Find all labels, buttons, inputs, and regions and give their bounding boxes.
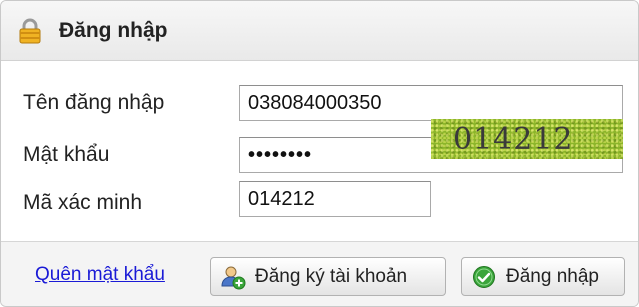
login-button[interactable]: Đăng nhập xyxy=(461,257,625,296)
login-panel: Đăng nhập Tên đăng nhập 038084000350 Mật… xyxy=(0,0,639,307)
username-input[interactable]: 038084000350 xyxy=(239,85,623,121)
lock-icon xyxy=(15,16,45,46)
add-user-icon xyxy=(219,263,247,291)
panel-title: Đăng nhập xyxy=(59,18,168,42)
captcha-image: 014212 xyxy=(431,119,623,159)
captcha-input-value: 014212 xyxy=(248,187,315,210)
register-button-label: Đăng ký tài khoản xyxy=(255,265,408,287)
captcha-label: Mã xác minh xyxy=(23,191,143,214)
username-label: Tên đăng nhập xyxy=(23,91,165,114)
username-value: 038084000350 xyxy=(248,91,382,114)
captcha-input[interactable]: 014212 xyxy=(239,181,431,217)
panel-footer: Quên mật khẩu Đăng ký tài khoản Đăng nhậ… xyxy=(1,241,638,306)
register-button[interactable]: Đăng ký tài khoản xyxy=(210,257,446,296)
captcha-image-text: 014212 xyxy=(453,121,574,157)
forgot-password-link[interactable]: Quên mật khẩu xyxy=(35,264,165,286)
panel-header: Đăng nhập xyxy=(1,1,638,61)
password-label: Mật khẩu xyxy=(23,143,110,166)
check-circle-icon xyxy=(470,263,498,291)
login-button-label: Đăng nhập xyxy=(506,265,599,287)
password-value: •••••••• xyxy=(248,143,313,166)
